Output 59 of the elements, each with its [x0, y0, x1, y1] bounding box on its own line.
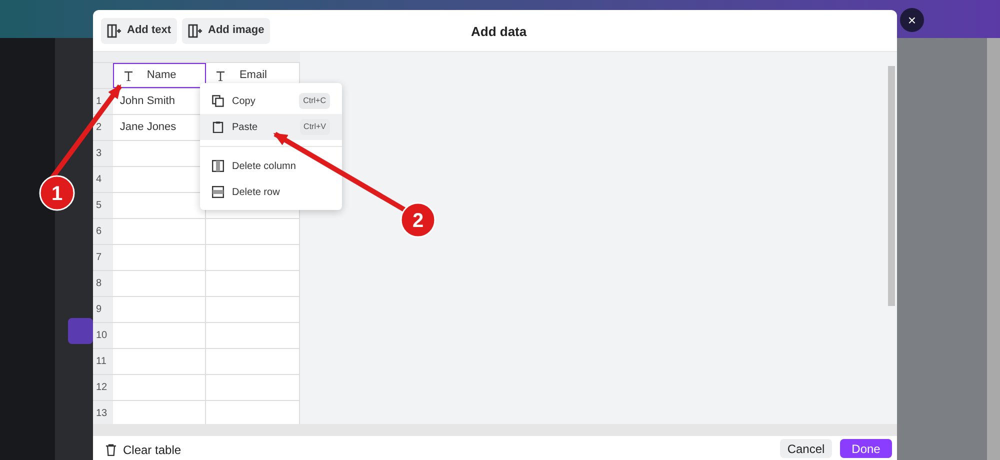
table-cell[interactable] — [206, 297, 300, 322]
row-number: 2 — [93, 115, 113, 140]
delete-column-icon — [212, 160, 224, 172]
row-number: 10 — [93, 323, 113, 348]
cancel-button[interactable]: Cancel — [780, 439, 832, 458]
table-cell[interactable] — [206, 349, 300, 374]
copy-icon — [212, 95, 224, 107]
annotation-badge: 2 — [400, 202, 436, 238]
delete-row-icon — [212, 186, 224, 198]
text-type-icon — [124, 70, 133, 80]
menu-item[interactable]: Delete row — [200, 179, 342, 205]
table-cell[interactable] — [112, 245, 206, 270]
menu-item[interactable]: Copy Ctrl+C — [200, 88, 342, 114]
table-cell[interactable] — [206, 271, 300, 296]
shortcut-label: Ctrl+C — [299, 93, 330, 109]
table-cell[interactable] — [206, 245, 300, 270]
trash-icon — [105, 444, 117, 456]
add-panel-icon — [188, 24, 202, 38]
row-number: 3 — [93, 141, 113, 166]
row-number: 13 — [93, 401, 113, 426]
table-cell[interactable] — [112, 401, 206, 426]
toolbar-button[interactable]: Add text — [101, 18, 177, 44]
table-cell[interactable] — [112, 219, 206, 244]
column-header[interactable]: Name — [112, 63, 206, 88]
row-number: 4 — [93, 167, 113, 192]
text-type-icon — [216, 70, 226, 80]
toolbar-button[interactable]: Add image — [182, 18, 270, 44]
row-number: 11 — [93, 349, 113, 374]
table-cell[interactable] — [206, 401, 300, 426]
row-number: 6 — [93, 219, 113, 244]
add-panel-icon — [107, 24, 121, 38]
row-number: 5 — [93, 193, 113, 218]
table-cell[interactable] — [112, 375, 206, 400]
dialog-title: Add data — [471, 23, 527, 41]
clipboard-icon — [212, 121, 224, 133]
table-cell[interactable] — [206, 375, 300, 400]
table-cell[interactable] — [112, 297, 206, 322]
row-number: 12 — [93, 375, 113, 400]
menu-item-label: Delete row — [232, 186, 281, 200]
row-number: 9 — [93, 297, 113, 322]
table-corner-cell — [93, 63, 113, 88]
row-number: 7 — [93, 245, 113, 270]
annotation-badge: 1 — [39, 175, 75, 211]
done-button[interactable]: Done — [840, 439, 892, 458]
table-cell[interactable] — [206, 219, 300, 244]
menu-item[interactable]: Delete column — [200, 153, 342, 179]
row-number: 8 — [93, 271, 113, 296]
horizontal-scrollbar[interactable] — [93, 424, 897, 436]
table-cell[interactable] — [112, 271, 206, 296]
menu-item[interactable]: Paste Ctrl+V — [200, 114, 342, 140]
table-cell[interactable] — [112, 193, 206, 218]
menu-item-label: Delete column — [232, 160, 297, 174]
table-cell[interactable] — [206, 323, 300, 348]
table-cell[interactable] — [112, 323, 206, 348]
menu-item-label: Paste — [232, 120, 259, 134]
shortcut-label: Ctrl+V — [300, 119, 330, 135]
menu-item-label: Copy — [232, 94, 256, 108]
clear-table-button[interactable]: Clear table — [105, 441, 182, 459]
table-cell[interactable] — [112, 349, 206, 374]
